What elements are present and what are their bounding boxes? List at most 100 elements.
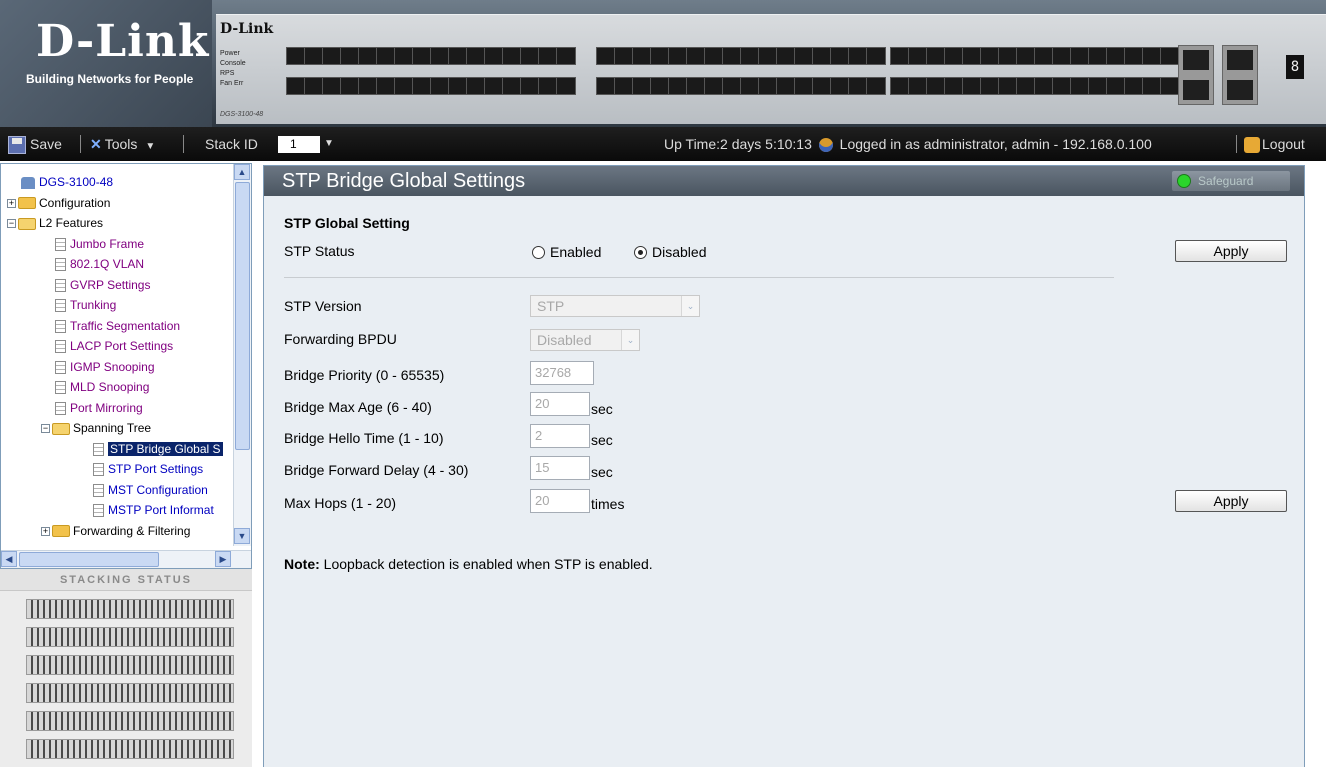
scroll-thumb[interactable] xyxy=(19,552,159,567)
chevron-down-icon[interactable]: ▼ xyxy=(324,127,334,161)
unit-sec: sec xyxy=(591,464,613,480)
tree-item-gvrp-settings[interactable]: GVRP Settings xyxy=(1,275,233,296)
tree-item-label: MST Configuration xyxy=(108,482,208,497)
combo-ports-2 xyxy=(1222,45,1258,105)
apply-status-button[interactable]: Apply xyxy=(1175,240,1287,262)
tree-item-configuration[interactable]: + Configuration xyxy=(1,193,233,214)
note-prefix: Note: xyxy=(284,556,320,572)
bridge-hello-time-input[interactable]: 2 xyxy=(530,424,590,448)
scroll-right-icon[interactable]: ▶ xyxy=(215,551,231,567)
page-icon xyxy=(55,319,66,333)
master-digit-display: 8 xyxy=(1286,55,1304,79)
page-icon xyxy=(55,237,66,251)
tree-item-l2-features[interactable]: − L2 Features xyxy=(1,213,233,234)
stp-disabled-radio[interactable]: Disabled xyxy=(634,244,706,260)
tree-item-label: Spanning Tree xyxy=(73,421,152,435)
folder-icon xyxy=(18,197,36,210)
device-panel-image: D-Link Power Console RPS Fan Err DGS-310… xyxy=(216,14,1326,124)
forwarding-bpdu-select[interactable]: Disabled ⌄ xyxy=(530,329,640,351)
radio-on-icon xyxy=(634,245,647,259)
bridge-max-age-input[interactable]: 20 xyxy=(530,392,590,416)
logout-button[interactable]: Logout xyxy=(1244,127,1305,161)
tree-item-stp-bridge-global[interactable]: STP Bridge Global S xyxy=(1,439,233,460)
device-leds: Power Console RPS Fan Err xyxy=(220,49,246,89)
tree-item-label: Jumbo Frame xyxy=(70,236,145,251)
toolbar-separator xyxy=(80,135,81,153)
bridge-priority-input[interactable]: 32768 xyxy=(530,361,594,385)
tree-item-stp-port-settings[interactable]: STP Port Settings xyxy=(1,459,233,480)
tools-label: Tools xyxy=(104,136,138,152)
login-info: Logged in as administrator, admin - 192.… xyxy=(839,136,1152,152)
stack-unit[interactable] xyxy=(26,683,234,703)
safeguard-badge[interactable]: Safeguard xyxy=(1172,171,1290,191)
led-fan-err: Fan Err xyxy=(220,80,244,87)
apply-settings-button[interactable]: Apply xyxy=(1175,490,1287,512)
scroll-left-icon[interactable]: ◀ xyxy=(1,551,17,567)
tree-item-jumbo-frame[interactable]: Jumbo Frame xyxy=(1,234,233,255)
stack-unit[interactable] xyxy=(26,655,234,675)
tree-item-port-mirroring[interactable]: Port Mirroring xyxy=(1,398,233,419)
tree-item-label: Port Mirroring xyxy=(70,400,143,415)
tree-item-spanning-tree[interactable]: − Spanning Tree xyxy=(1,418,233,439)
tree-item-label: MSTP Port Informat xyxy=(108,503,214,517)
save-button[interactable]: Save xyxy=(8,127,62,161)
tree-item-label: 802.1Q VLAN xyxy=(70,257,145,271)
toolbar-separator xyxy=(183,135,184,153)
tree-item-traffic-segmentation[interactable]: Traffic Segmentation xyxy=(1,316,233,337)
tree-vertical-scrollbar[interactable]: ▲ ▼ xyxy=(233,164,251,546)
page-icon xyxy=(93,442,104,456)
tools-menu-button[interactable]: ✕ Tools ▼ xyxy=(90,127,155,161)
tree-item-forwarding-filtering[interactable]: + Forwarding & Filtering xyxy=(1,521,233,542)
stack-unit[interactable] xyxy=(26,627,234,647)
tree-root[interactable]: DGS-3100-48 xyxy=(1,172,233,193)
port-group-1 xyxy=(286,29,576,95)
scroll-thumb[interactable] xyxy=(235,182,250,450)
note-body: Loopback detection is enabled when STP i… xyxy=(319,556,653,572)
stp-enabled-radio[interactable]: Enabled xyxy=(532,244,601,260)
port-group-3 xyxy=(890,29,1180,95)
chevron-down-icon: ⌄ xyxy=(681,296,699,316)
tree-item-igmp-snooping[interactable]: IGMP Snooping xyxy=(1,357,233,378)
tree-item-mst-configuration[interactable]: MST Configuration xyxy=(1,480,233,501)
unit-sec: sec xyxy=(591,401,613,417)
user-icon xyxy=(818,138,833,153)
folder-icon xyxy=(52,525,70,538)
tree-item-mstp-port-information[interactable]: MSTP Port Informat xyxy=(1,500,233,521)
page-icon xyxy=(55,360,66,374)
stp-version-select[interactable]: STP ⌄ xyxy=(530,295,700,317)
expand-icon[interactable]: + xyxy=(41,526,50,536)
chevron-down-icon: ▼ xyxy=(145,141,156,152)
collapse-icon[interactable]: − xyxy=(7,219,16,229)
tree-item-label: STP Bridge Global S xyxy=(108,441,223,456)
stack-unit[interactable] xyxy=(26,739,234,759)
tree-item-label: STP Port Settings xyxy=(108,462,204,476)
tree-item-8021q-vlan[interactable]: 802.1Q VLAN xyxy=(1,254,233,275)
port-group-2 xyxy=(596,29,886,95)
max-hops-input[interactable]: 20 xyxy=(530,489,590,513)
tree-item-trunking[interactable]: Trunking xyxy=(1,295,233,316)
radio-label: Enabled xyxy=(550,244,602,260)
collapse-icon[interactable]: − xyxy=(41,424,50,434)
navigation-tree: DGS-3100-48 + Configuration − L2 Features … xyxy=(1,164,233,544)
unit-sec: sec xyxy=(591,432,613,448)
max-hops-label: Max Hops (1 - 20) xyxy=(284,495,397,511)
stack-unit[interactable] xyxy=(26,711,234,731)
page-icon xyxy=(55,278,66,292)
stack-unit[interactable] xyxy=(26,599,234,619)
combo-ports-1 xyxy=(1178,45,1214,105)
divider xyxy=(284,277,1114,278)
tree-item-lacp-port-settings[interactable]: LACP Port Settings xyxy=(1,336,233,357)
scroll-up-icon[interactable]: ▲ xyxy=(234,164,250,180)
stacking-status-list xyxy=(0,591,252,767)
led-power: Power xyxy=(220,50,240,57)
stack-id-select[interactable]: 1 xyxy=(278,136,320,153)
tree-item-mld-snooping[interactable]: MLD Snooping xyxy=(1,377,233,398)
tree-item-label: Forwarding & Filtering xyxy=(73,523,191,538)
page-header: STP Bridge Global Settings Safeguard xyxy=(264,166,1304,196)
folder-open-icon xyxy=(18,217,36,230)
scroll-down-icon[interactable]: ▼ xyxy=(234,528,250,544)
expand-icon[interactable]: + xyxy=(7,198,16,208)
bridge-forward-delay-input[interactable]: 15 xyxy=(530,456,590,480)
tree-horizontal-scrollbar[interactable]: ◀ ▶ xyxy=(1,550,251,568)
bridge-forward-delay-label: Bridge Forward Delay (4 - 30) xyxy=(284,462,469,478)
